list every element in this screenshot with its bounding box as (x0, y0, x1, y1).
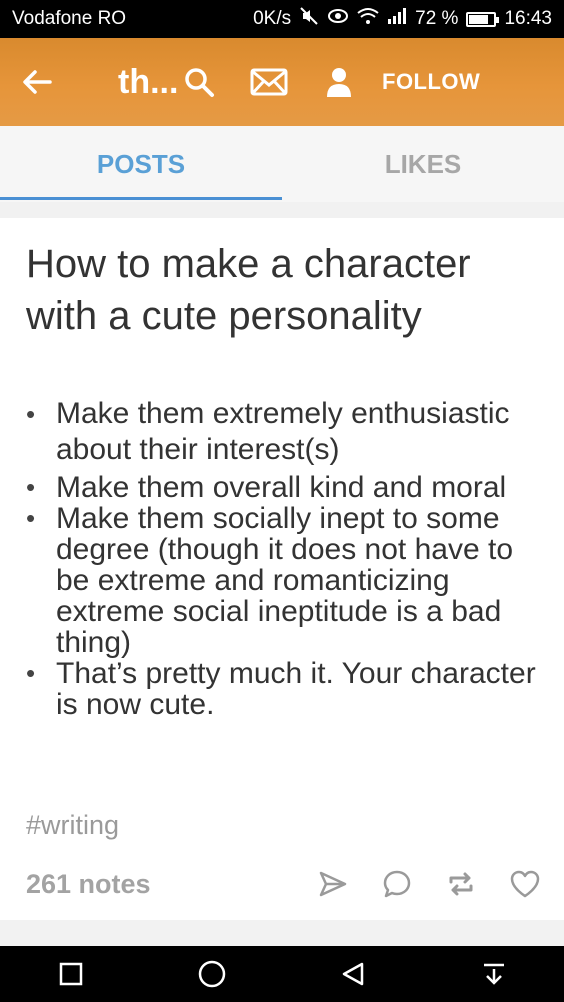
search-icon[interactable] (164, 38, 234, 126)
follow-button[interactable]: FOLLOW (382, 69, 480, 95)
mail-icon[interactable] (234, 38, 304, 126)
post-title: How to make a character with a cute pers… (26, 242, 471, 338)
back-arrow-icon[interactable] (0, 38, 74, 126)
list-item: Make them extremely enthusiastic about t… (26, 396, 546, 468)
post-actions (312, 863, 546, 905)
app-bar: th... FOLLOW (0, 38, 564, 126)
post-tag[interactable]: #writing (26, 810, 119, 841)
carrier-name: Vodafone RO (12, 8, 127, 29)
list-item: Make them socially inept to some degree … (26, 503, 546, 658)
blog-title: th... (118, 62, 179, 101)
list-item: Make them overall kind and moral (26, 472, 546, 503)
user-icon[interactable] (304, 38, 374, 126)
post-card: How to make a character with a cute pers… (0, 218, 564, 922)
home-icon[interactable] (187, 949, 237, 999)
list-item: That’s pretty much it. Your character is… (26, 658, 546, 720)
heart-icon[interactable] (504, 863, 546, 905)
recent-apps-icon[interactable] (46, 949, 96, 999)
post-bullet-list: Make them extremely enthusiastic about t… (26, 396, 546, 720)
battery-percent: 72 % (415, 8, 459, 29)
reply-icon[interactable] (376, 863, 418, 905)
post-footer: 261 notes (26, 860, 546, 908)
tab-likes[interactable]: LIKES (282, 126, 564, 202)
battery-icon (466, 11, 500, 27)
back-icon[interactable] (328, 949, 378, 999)
mute-icon (299, 6, 319, 32)
wifi-icon (357, 7, 379, 31)
notes-count[interactable]: 261 notes (26, 869, 312, 900)
status-icons: 0K/s 72 % 16:43 (253, 6, 552, 32)
share-icon[interactable] (312, 863, 354, 905)
signal-icon (387, 7, 407, 31)
network-speed: 0K/s (253, 8, 292, 29)
tab-posts[interactable]: POSTS (0, 126, 282, 202)
tab-bar: POSTS LIKES (0, 126, 564, 202)
eye-icon (327, 8, 349, 30)
section-gap (0, 202, 564, 218)
notification-drawer-icon[interactable] (469, 949, 519, 999)
reblog-icon[interactable] (440, 863, 482, 905)
post-divider (0, 920, 564, 946)
status-bar: Vodafone RO 0K/s 72 % 16:43 (0, 0, 564, 38)
system-nav-bar (0, 946, 564, 1002)
clock: 16:43 (504, 8, 552, 29)
